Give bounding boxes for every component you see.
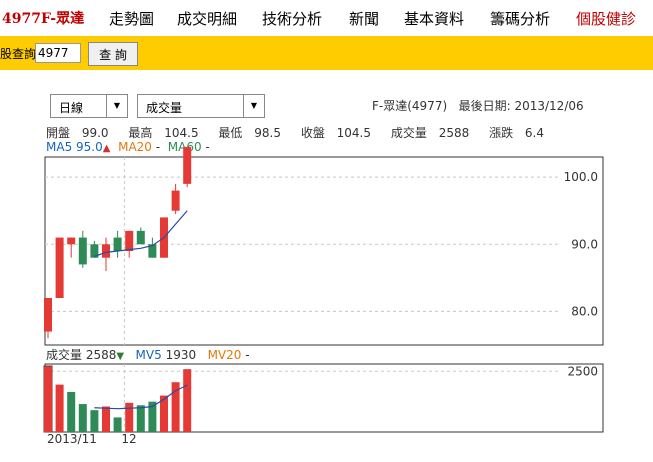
price-y-tick-label: 80.0 bbox=[571, 304, 598, 318]
candle-body bbox=[67, 237, 76, 245]
volume-bar bbox=[44, 366, 52, 432]
price-chart-panel: 100.0 90.0 80.0 bbox=[44, 146, 604, 346]
volume-bar bbox=[78, 404, 87, 432]
candle-body bbox=[125, 230, 134, 251]
volume-y-tick-label: 2500 bbox=[567, 364, 598, 378]
volume-bar bbox=[102, 406, 110, 432]
stock-chart: 100.0 90.0 80.0 2500 2013/11 12 bbox=[43, 146, 604, 446]
price-y-tick-label: 90.0 bbox=[571, 237, 598, 251]
candle-body bbox=[55, 237, 64, 298]
volume-bar bbox=[136, 405, 145, 432]
candle-body bbox=[78, 237, 87, 265]
candle-body bbox=[113, 237, 122, 251]
price-y-tick-label: 100.0 bbox=[564, 170, 598, 184]
candle-body bbox=[183, 146, 192, 184]
candle-body bbox=[136, 230, 145, 245]
volume-bar bbox=[55, 384, 64, 432]
volume-chart-panel: 2500 2013/11 12 bbox=[43, 363, 604, 446]
volume-bar bbox=[183, 369, 192, 432]
volume-x-tick-label: 2013/11 bbox=[47, 432, 97, 446]
volume-bar bbox=[67, 391, 76, 432]
candle-body bbox=[44, 298, 52, 332]
volume-x-tick-label: 12 bbox=[121, 432, 136, 446]
candle-body bbox=[102, 244, 110, 258]
volume-bar bbox=[113, 417, 122, 432]
volume-bar bbox=[125, 402, 134, 432]
candle-body bbox=[171, 190, 180, 211]
volume-bar bbox=[90, 410, 99, 432]
